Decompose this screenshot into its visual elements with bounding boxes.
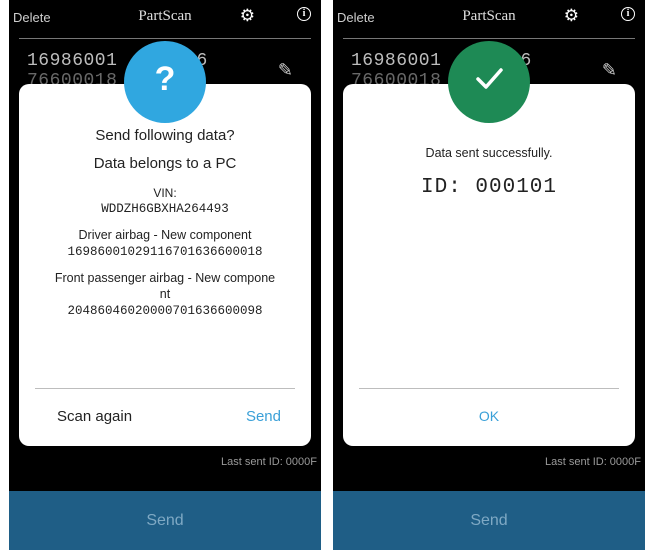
scan-again-button[interactable]: Scan again <box>57 408 132 425</box>
top-bar: Delete PartScan ⚙ i <box>9 0 321 36</box>
vin-value: WDDZH6GBXHA264493 <box>101 202 229 216</box>
success-dialog: Data sent successfully. ID: 000101 OK <box>343 84 635 446</box>
ok-button[interactable]: OK <box>343 408 635 424</box>
dialog-divider <box>35 388 295 389</box>
confirm-dialog: Send following data? Data belongs to a P… <box>19 84 311 446</box>
success-badge <box>448 41 530 123</box>
dialog-belongs-text: Data belongs to a PC <box>93 155 237 172</box>
top-bar: Delete PartScan ⚙ i <box>333 0 645 36</box>
phone-screen-confirm: Delete PartScan ⚙ i 16986001 7016 766000… <box>9 0 321 550</box>
part2-label-line2: nt <box>159 287 171 301</box>
part1-label: Driver airbag - New component <box>78 228 252 242</box>
last-sent-id: Last sent ID: 0000F <box>221 456 317 468</box>
send-bar-button[interactable]: Send <box>9 491 321 550</box>
question-badge: ? <box>124 41 206 123</box>
top-divider <box>343 38 635 39</box>
success-message: Data sent successfully. <box>425 146 553 160</box>
dialog-divider <box>359 388 619 389</box>
last-sent-id: Last sent ID: 0000F <box>545 456 641 468</box>
phone-screen-success: Delete PartScan ⚙ i 16986001 7016 766000… <box>333 0 645 550</box>
dialog-question: Send following data? <box>95 127 235 144</box>
part2-label-line1: Front passenger airbag - New compone <box>54 271 276 285</box>
gear-icon[interactable]: ⚙ <box>240 6 255 26</box>
part1-value: 16986001029116701636600018 <box>67 245 263 259</box>
info-icon[interactable]: i <box>621 7 635 21</box>
send-bar-button[interactable]: Send <box>333 491 645 550</box>
vin-label: VIN: <box>153 186 177 200</box>
info-icon[interactable]: i <box>297 7 311 21</box>
app-title: PartScan <box>138 8 192 24</box>
send-button[interactable]: Send <box>246 408 281 425</box>
top-divider <box>19 38 311 39</box>
part2-value: 20486046020000701636600098 <box>67 304 263 318</box>
checkmark-icon <box>448 58 530 98</box>
sent-id-text: ID: 000101 <box>420 176 558 199</box>
app-title: PartScan <box>462 8 516 24</box>
pencil-icon[interactable]: ✎ <box>602 60 617 81</box>
question-icon: ? <box>154 60 176 98</box>
pencil-icon[interactable]: ✎ <box>278 60 293 81</box>
gear-icon[interactable]: ⚙ <box>564 6 579 26</box>
